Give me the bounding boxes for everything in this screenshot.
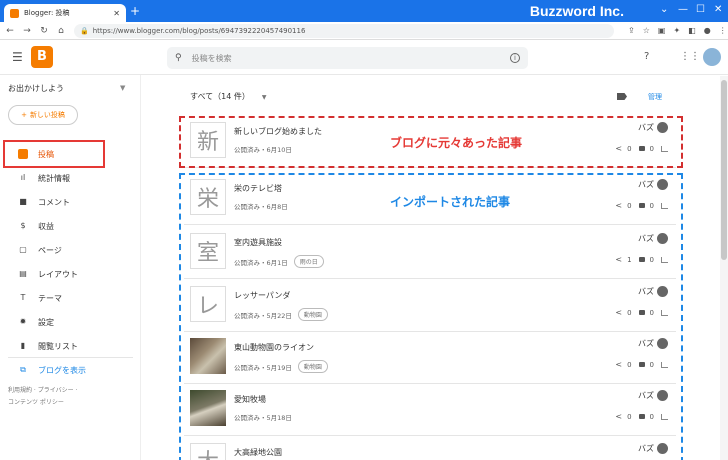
gear-icon: ✹	[19, 317, 27, 326]
blogger-logo[interactable]: B	[31, 46, 53, 68]
footer-links[interactable]: 利用規約 · プライバシー ·	[8, 385, 77, 394]
window-close-icon[interactable]: ✕	[714, 4, 722, 15]
minimize-icon[interactable]: —	[678, 4, 688, 15]
puzzle-icon[interactable]: ✦	[673, 26, 680, 35]
search-icon: ⚲	[175, 53, 182, 63]
highlight-posts-nav	[3, 140, 105, 168]
hamburger-icon[interactable]: ☰	[12, 50, 23, 64]
theme-icon: T	[20, 293, 26, 302]
sidebar-item-earnings[interactable]: $ 収益	[0, 216, 141, 236]
sidebar-item-label: 収益	[38, 221, 54, 231]
sidebar-item-layout[interactable]: ▤ レイアウト	[0, 264, 141, 284]
lock-icon: 🔒	[80, 26, 89, 35]
url-field[interactable]: 🔒 https://www.blogger.com/blog/posts/694…	[74, 23, 614, 38]
share-icon[interactable]: ⇪	[628, 26, 635, 35]
back-icon[interactable]: ←	[3, 26, 17, 36]
sidebar-item-label: 閲覧リスト	[38, 341, 78, 351]
divider	[8, 357, 133, 358]
address-bar: ← → ↻ ⌂ 🔒 https://www.blogger.com/blog/p…	[0, 22, 728, 40]
browser-titlebar: Blogger: 投稿 ✕ + Buzzword Inc. ⌄ — ☐ ✕	[0, 0, 728, 22]
bookmark-icon: ▮	[20, 341, 26, 350]
sidebar-item-reading-list[interactable]: ▮ 閲覧リスト	[0, 336, 141, 356]
chevron-down-icon[interactable]: ▼	[120, 84, 125, 92]
filter-dropdown[interactable]: すべて（14 件） ▼	[190, 91, 266, 102]
sidebar-item-theme[interactable]: T テーマ	[0, 288, 141, 308]
manage-link[interactable]: 管理	[648, 92, 662, 102]
forward-icon[interactable]: →	[20, 26, 34, 36]
view-blog-link[interactable]: ⧉ ブログを表示	[0, 360, 141, 380]
sidebar-item-settings[interactable]: ✹ 設定	[0, 312, 141, 332]
new-post-button[interactable]: + 新しい投稿	[8, 105, 78, 125]
dollar-icon: $	[20, 221, 26, 230]
chevron-down-icon: ▼	[261, 94, 267, 101]
blog-name[interactable]: お出かけしよう	[8, 83, 64, 94]
search-placeholder: 投稿を検索	[191, 53, 232, 63]
new-post-label: 新しい投稿	[29, 111, 65, 119]
stats-icon: ıl	[20, 173, 26, 182]
browser-tab[interactable]: Blogger: 投稿 ✕	[4, 4, 126, 22]
filter-label: すべて（14 件）	[190, 92, 250, 101]
new-tab-icon[interactable]: +	[130, 4, 140, 18]
sidebar-item-label: 設定	[38, 317, 54, 327]
chevron-down-icon[interactable]: ⌄	[660, 4, 668, 15]
label-icon[interactable]	[617, 93, 627, 100]
annotation-imported: インポートされた記事	[390, 195, 511, 209]
sidepanel-icon[interactable]: ◧	[688, 26, 696, 35]
tab-title: Blogger: 投稿	[24, 9, 70, 17]
blogger-header: ☰ B ⚲ 投稿を検索 i ? ⋮⋮	[0, 41, 728, 75]
avatar[interactable]	[703, 48, 721, 66]
info-icon[interactable]: i	[510, 53, 520, 63]
pages-icon: ▢	[19, 245, 27, 254]
menu-icon[interactable]: ⋮	[719, 26, 727, 35]
close-icon[interactable]: ✕	[113, 9, 120, 18]
sidebar-item-label: コメント	[38, 197, 70, 207]
help-icon[interactable]: ?	[644, 51, 649, 62]
imported-posts-highlight	[179, 173, 683, 460]
sidebar-item-label: 統計情報	[38, 173, 70, 183]
view-blog-label: ブログを表示	[38, 365, 86, 375]
open-external-icon: ⧉	[20, 365, 26, 374]
reload-icon[interactable]: ↻	[37, 26, 51, 36]
annotation-original: ブログに元々あった記事	[390, 136, 523, 150]
sidebar-item-comments[interactable]: ■ コメント	[0, 192, 141, 212]
apps-icon[interactable]: ⋮⋮	[680, 51, 700, 62]
sidebar-item-stats[interactable]: ıl 統計情報	[0, 168, 141, 188]
comment-icon: ■	[19, 197, 27, 206]
sidebar: お出かけしよう ▼ + 新しい投稿 投稿 ıl 統計情報 ■ コメント $ 収益 ▢ ペー…	[0, 75, 141, 460]
home-icon[interactable]: ⌂	[54, 26, 68, 36]
brand-watermark: Buzzword Inc.	[529, 3, 624, 19]
sidebar-item-label: テーマ	[38, 293, 62, 303]
maximize-icon[interactable]: ☐	[696, 4, 705, 15]
footer-links-2[interactable]: コンテンツ ポリシー	[8, 397, 64, 406]
extension-icon[interactable]: ▣	[658, 26, 666, 35]
scrollbar-thumb[interactable]	[721, 80, 727, 260]
sidebar-item-pages[interactable]: ▢ ページ	[0, 240, 141, 260]
star-icon[interactable]: ☆	[643, 26, 650, 35]
url-text: https://www.blogger.com/blog/posts/69473…	[92, 26, 306, 35]
blogger-favicon	[10, 8, 19, 18]
sidebar-item-label: レイアウト	[38, 269, 78, 279]
layout-icon: ▤	[19, 269, 27, 278]
sidebar-item-label: ページ	[38, 245, 62, 255]
search-input[interactable]: ⚲ 投稿を検索 i	[167, 47, 528, 69]
profile-icon[interactable]: ●	[704, 26, 711, 35]
